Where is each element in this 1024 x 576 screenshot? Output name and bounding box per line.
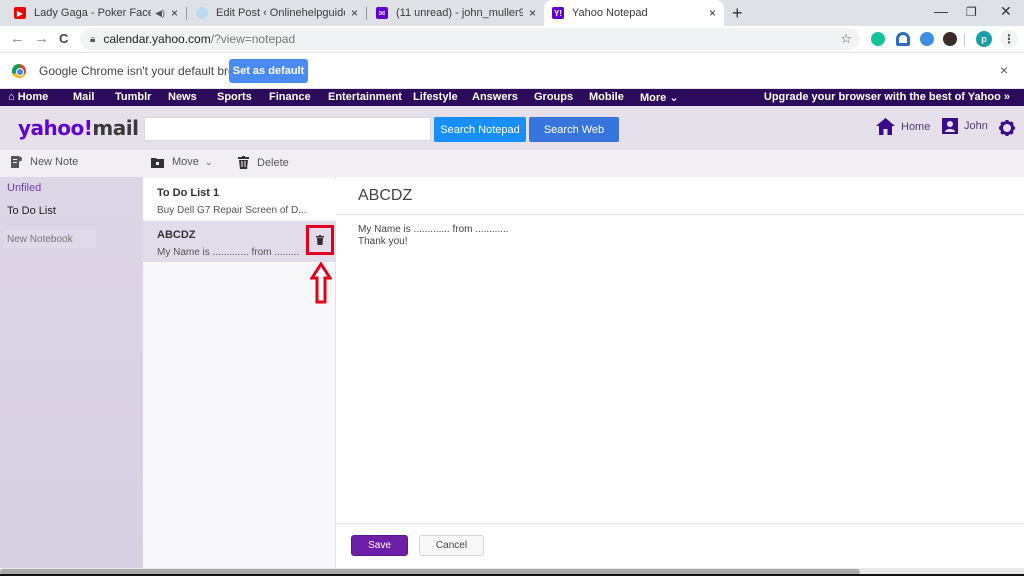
- tab-title: Yahoo Notepad: [572, 7, 648, 19]
- nav-sports[interactable]: Sports: [217, 91, 252, 103]
- tab-close-icon[interactable]: ×: [709, 6, 716, 20]
- editor-footer-divider: [336, 523, 1024, 524]
- nav-entertainment[interactable]: Entertainment: [328, 91, 402, 103]
- extension-person-icon[interactable]: [896, 32, 910, 46]
- note-list-item[interactable]: To Do List 1 Buy Dell G7 Repair Screen o…: [143, 179, 336, 220]
- infobar-message: Google Chrome isn't your default browser: [39, 64, 261, 78]
- tab-title: Edit Post ‹ Onlinehelpguide — W: [216, 7, 345, 19]
- note-title: To Do List 1: [157, 187, 220, 199]
- extension-cloud-icon[interactable]: [920, 32, 934, 46]
- search-web-button[interactable]: Search Web: [529, 117, 619, 142]
- search-notepad-button[interactable]: Search Notepad: [434, 117, 526, 142]
- extension-k-icon[interactable]: [943, 32, 957, 46]
- nav-more[interactable]: More ⌄: [640, 91, 679, 104]
- extension-separator: [964, 34, 965, 46]
- chevron-down-icon: ⌄: [204, 156, 213, 167]
- infobar-close-icon[interactable]: ×: [1000, 62, 1008, 78]
- settings-gear-icon[interactable]: [999, 120, 1015, 136]
- nav-tumblr[interactable]: Tumblr: [115, 91, 151, 103]
- notebook-to-do-list[interactable]: To Do List: [7, 205, 56, 217]
- tab-close-icon[interactable]: ×: [171, 6, 178, 20]
- home-icon: ⌂: [8, 91, 15, 103]
- folder-icon: [151, 157, 164, 168]
- url-host: calendar.yahoo.com: [103, 32, 211, 46]
- browser-tab-strip: ▶ Lady Gaga - Poker Face (Offi ◀) × Edit…: [0, 0, 1024, 26]
- new-note-icon: [11, 156, 22, 168]
- browser-tab-yahoo-mail[interactable]: ✉ (11 unread) - john_muller95@ya ×: [368, 0, 544, 26]
- nav-mail[interactable]: Mail: [73, 91, 94, 103]
- tab-close-icon[interactable]: ×: [351, 6, 358, 20]
- forward-button[interactable]: →: [34, 30, 49, 47]
- new-note-button[interactable]: New Note: [11, 156, 78, 168]
- note-preview: Buy Dell G7 Repair Screen of D...: [157, 205, 307, 216]
- default-browser-infobar: Google Chrome isn't your default browser…: [0, 53, 1024, 89]
- user-icon: [942, 118, 958, 134]
- nav-finance[interactable]: Finance: [269, 91, 311, 103]
- notepad-toolbar: New Note Move ⌄ Delete: [0, 150, 1024, 177]
- nav-home[interactable]: ⌂ Home: [8, 91, 48, 103]
- browser-tab-wordpress[interactable]: Edit Post ‹ Onlinehelpguide — W ×: [188, 0, 366, 26]
- notebook-unfiled[interactable]: Unfiled: [7, 182, 41, 194]
- nav-lifestyle[interactable]: Lifestyle: [413, 91, 458, 103]
- note-editor: ABCDZ My Name is ............. from ....…: [336, 177, 1024, 568]
- yahoo-mail-header: yahoo!mail Search Notepad Search Web Hom…: [0, 106, 1024, 150]
- note-title: ABCDZ: [157, 229, 196, 241]
- tab-title: (11 unread) - john_muller95@ya: [396, 7, 523, 19]
- yahoo-icon: Y!: [552, 7, 564, 19]
- editor-divider: [336, 214, 1024, 215]
- url-path: /?view=notepad: [210, 32, 296, 46]
- browser-tab-youtube[interactable]: ▶ Lady Gaga - Poker Face (Offi ◀) ×: [6, 0, 186, 26]
- profile-avatar[interactable]: p: [976, 31, 992, 47]
- reload-button[interactable]: C: [59, 31, 68, 46]
- tab-close-icon[interactable]: ×: [529, 6, 536, 20]
- wordpress-icon: [196, 7, 208, 19]
- nav-mobile[interactable]: Mobile: [589, 91, 624, 103]
- chrome-menu-icon[interactable]: ⋮: [1000, 30, 1018, 48]
- grammarly-icon[interactable]: [871, 32, 885, 46]
- tab-separator: [186, 7, 187, 20]
- notes-list: To Do List 1 Buy Dell G7 Repair Screen o…: [143, 177, 336, 568]
- browser-tab-yahoo-notepad[interactable]: Y! Yahoo Notepad ×: [544, 0, 724, 26]
- header-user-link[interactable]: John: [942, 118, 988, 134]
- youtube-icon: ▶: [14, 7, 26, 19]
- note-body-field[interactable]: My Name is ............. from ..........…: [358, 224, 509, 248]
- home-icon: [876, 118, 895, 135]
- minimize-button[interactable]: —: [934, 3, 948, 19]
- chrome-logo-icon: [12, 64, 26, 78]
- lock-icon: 🔒︎: [90, 33, 96, 45]
- note-title-field[interactable]: ABCDZ: [358, 187, 412, 205]
- back-button[interactable]: ←: [10, 30, 25, 47]
- upgrade-browser-link[interactable]: Upgrade your browser with the best of Ya…: [764, 91, 1010, 103]
- header-home-link[interactable]: Home: [876, 118, 930, 135]
- set-as-default-button[interactable]: Set as default: [229, 59, 308, 83]
- tab-separator: [366, 7, 367, 20]
- move-dropdown[interactable]: Move ⌄: [151, 156, 212, 168]
- window-close-button[interactable]: ✕: [1000, 3, 1012, 20]
- yahoo-mail-logo[interactable]: yahoo!mail: [18, 116, 139, 140]
- trash-icon: [238, 156, 249, 169]
- speaker-icon[interactable]: ◀): [155, 8, 165, 19]
- note-preview: My Name is ............. from ..........…: [157, 247, 299, 258]
- address-bar[interactable]: 🔒︎ calendar.yahoo.com/?view=notepad ☆: [80, 28, 860, 50]
- restore-button[interactable]: ❐: [966, 5, 977, 19]
- browser-toolbar: ← → C 🔒︎ calendar.yahoo.com/?view=notepa…: [0, 26, 1024, 53]
- yahoo-mail-icon: ✉: [376, 7, 388, 19]
- new-tab-button[interactable]: +: [732, 3, 743, 24]
- cancel-button[interactable]: Cancel: [419, 535, 484, 556]
- bookmark-star-icon[interactable]: ☆: [840, 31, 852, 47]
- new-notebook-input[interactable]: [4, 230, 96, 248]
- delete-note-trash-icon[interactable]: [316, 235, 324, 245]
- chevron-down-icon: ⌄: [669, 92, 679, 104]
- tab-title: Lady Gaga - Poker Face (Offi: [34, 7, 152, 19]
- annotation-highlight-box: [306, 225, 334, 255]
- notebook-sidebar: Unfiled To Do List: [0, 177, 143, 568]
- save-button[interactable]: Save: [351, 535, 408, 556]
- notepad-search-input[interactable]: [144, 117, 431, 141]
- nav-news[interactable]: News: [168, 91, 197, 103]
- annotation-arrow-up-icon: [310, 262, 332, 304]
- nav-answers[interactable]: Answers: [472, 91, 518, 103]
- nav-groups[interactable]: Groups: [534, 91, 573, 103]
- delete-button[interactable]: Delete: [238, 156, 289, 169]
- yahoo-top-nav: ⌂ Home Mail Tumblr News Sports Finance E…: [0, 89, 1024, 106]
